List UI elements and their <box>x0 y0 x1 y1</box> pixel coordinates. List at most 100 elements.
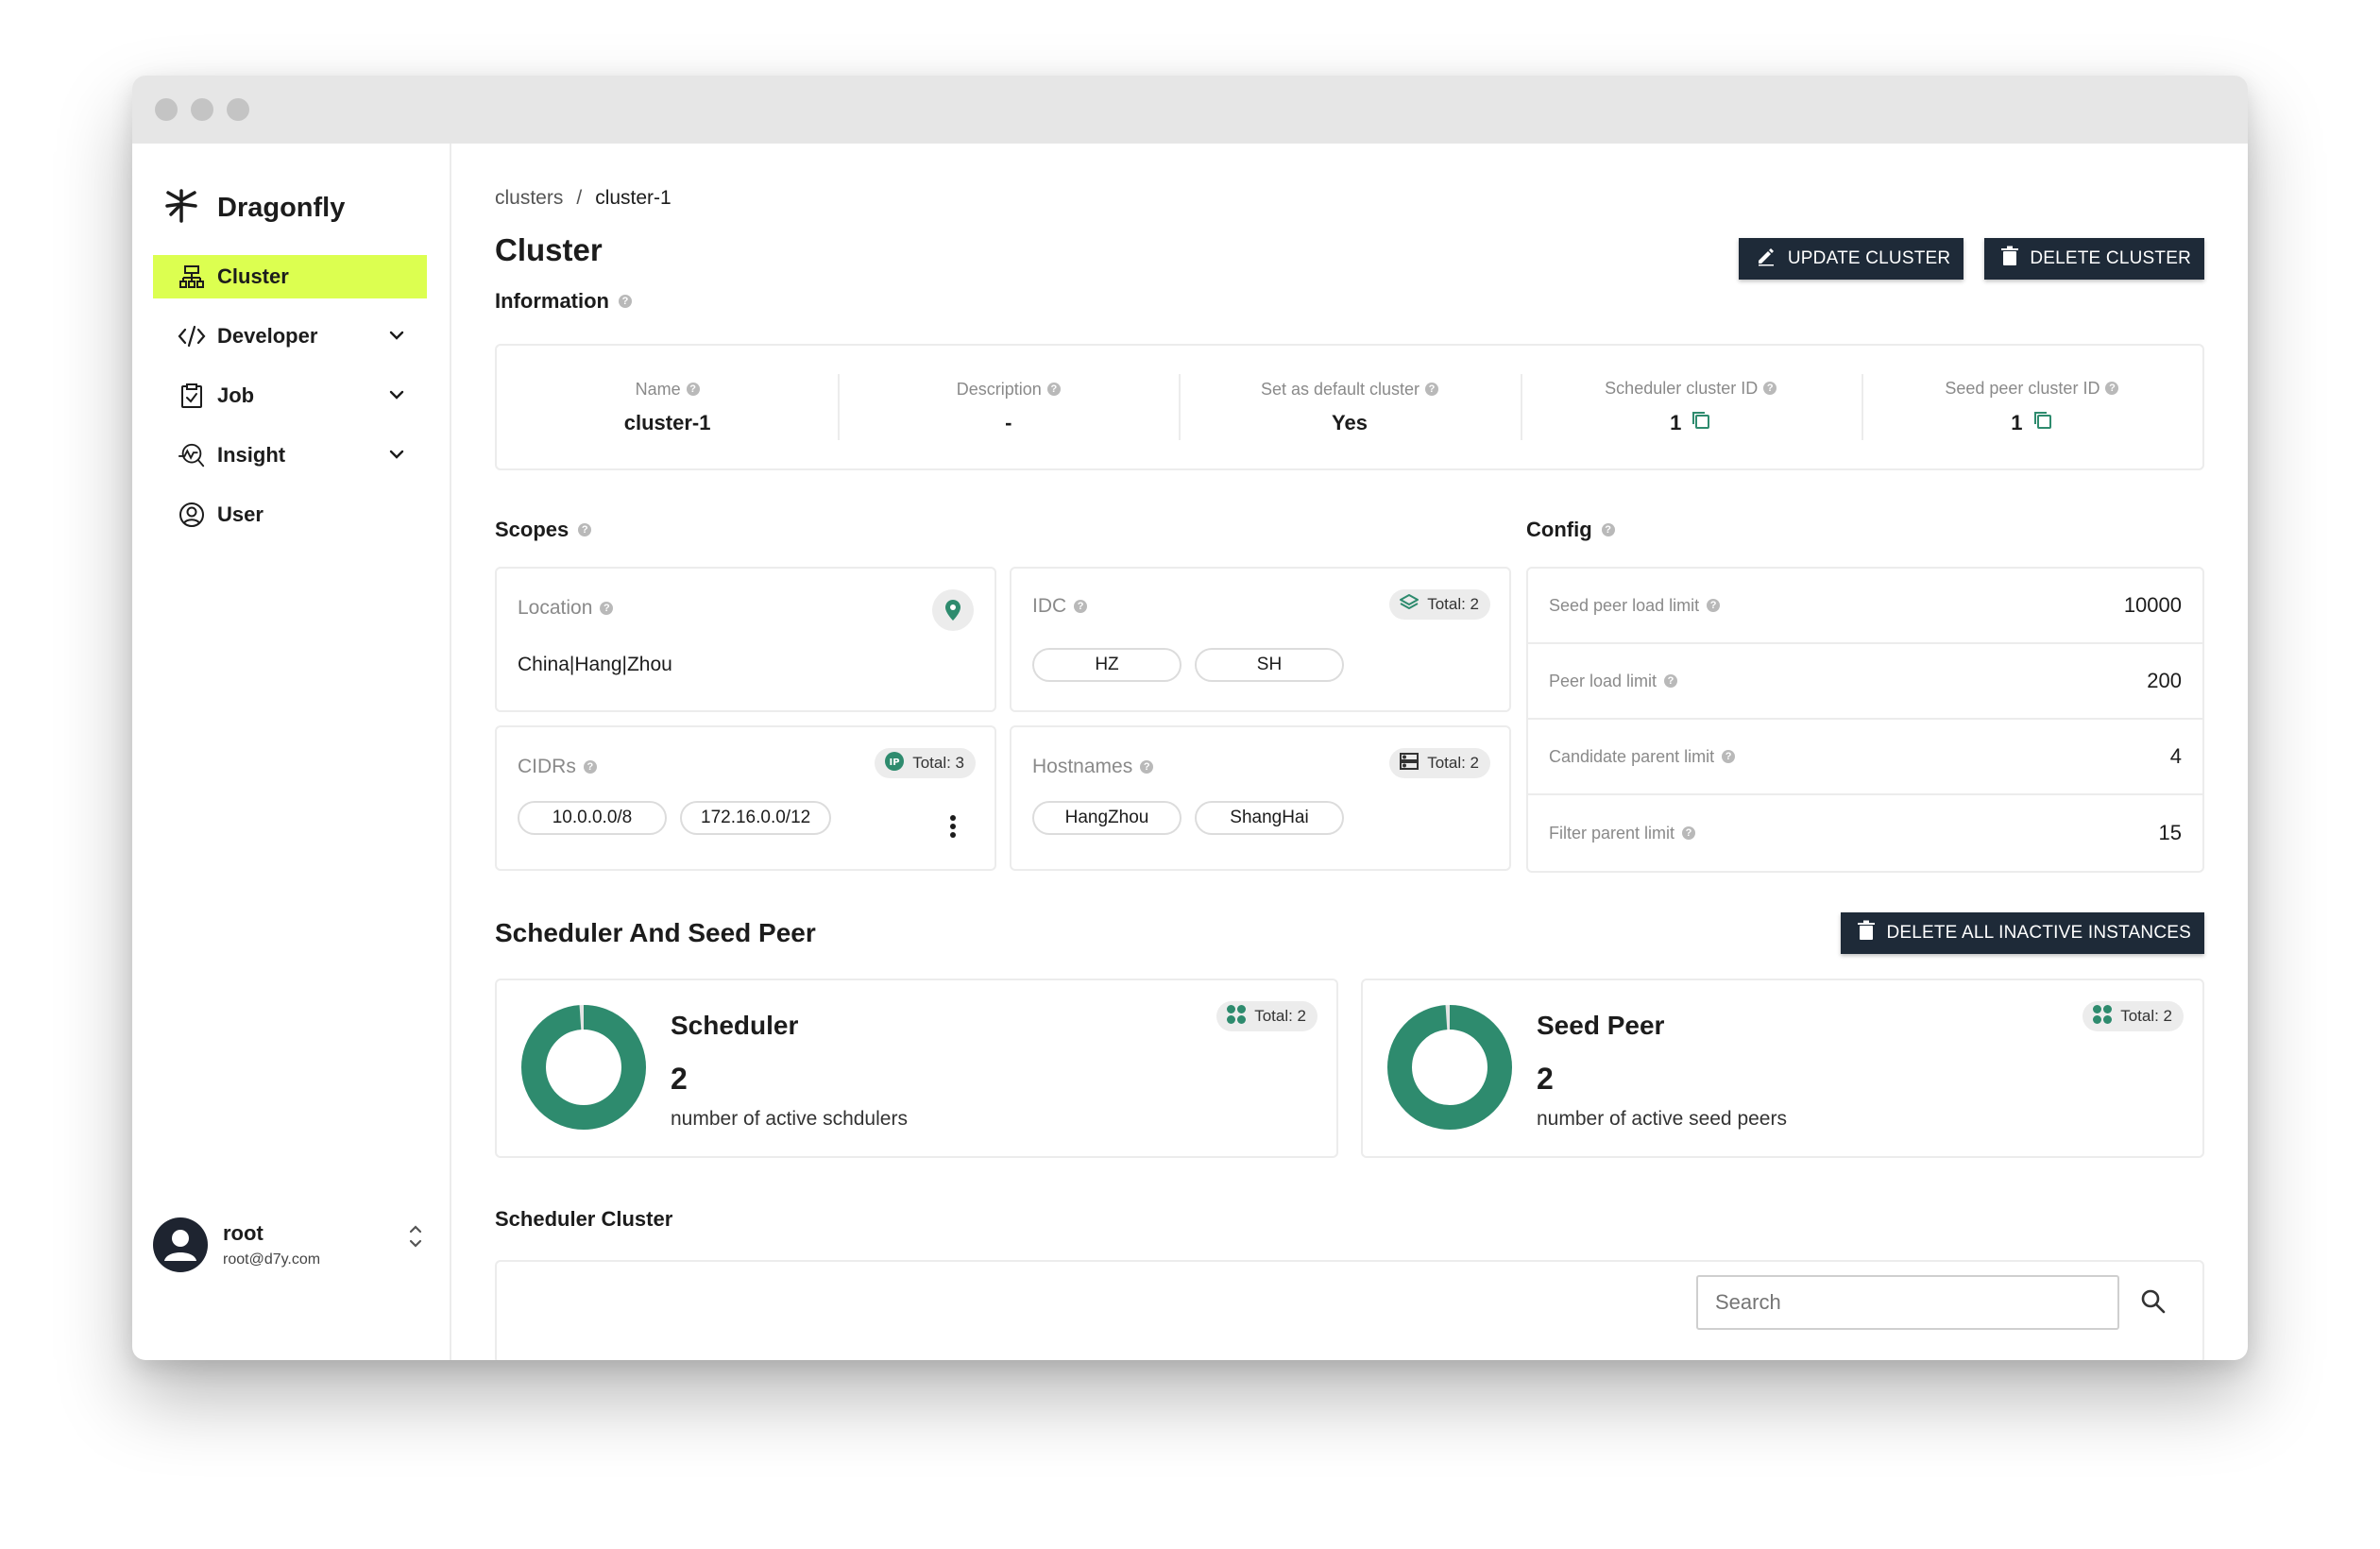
help-icon[interactable]: ? <box>1140 760 1154 774</box>
cidr-chip: 172.16.0.0/12 <box>680 801 832 835</box>
chevron-down-icon[interactable] <box>387 326 406 350</box>
search-icon[interactable] <box>2140 1288 2167 1319</box>
server-icon <box>1399 752 1420 775</box>
avatar <box>153 1217 208 1272</box>
window-maximize-dot[interactable] <box>227 98 249 121</box>
scheduler-cluster-heading: Scheduler Cluster <box>495 1207 673 1231</box>
seed-peer-desc: number of active seed peers <box>1537 1108 1787 1130</box>
config-row-candidate-parent-limit: Candidate parent limit? 4 <box>1528 720 2202 795</box>
hostnames-total-badge: Total: 2 <box>1389 748 1490 778</box>
sidebar-item-label: Developer <box>217 324 318 348</box>
unfold-icon[interactable] <box>406 1222 425 1255</box>
help-icon[interactable]: ? <box>1664 674 1678 688</box>
config-row-peer-load-limit: Peer load limit? 200 <box>1528 644 2202 720</box>
more-vert-icon[interactable] <box>949 814 957 843</box>
main-content: clusters / cluster-1 Cluster UPDATE CLUS… <box>451 144 2248 1360</box>
help-icon[interactable]: ? <box>1707 599 1721 612</box>
trash-icon <box>1858 920 1876 946</box>
info-scheduler-cluster-id: Scheduler cluster ID? 1 <box>1520 374 1862 440</box>
clover-icon <box>2092 1004 2113 1030</box>
config-card: Seed peer load limit? 10000 Peer load li… <box>1526 567 2204 873</box>
help-icon[interactable]: ? <box>2105 382 2119 395</box>
sidebar-item-cluster[interactable]: Cluster <box>153 255 427 298</box>
scheduler-card: Scheduler 2 number of active schdulers T… <box>495 979 1338 1158</box>
breadcrumb-separator: / <box>576 187 583 209</box>
chevron-down-icon[interactable] <box>387 385 406 410</box>
location-card: Location? China|Hang|Zhou <box>495 567 996 712</box>
clipboard-check-icon <box>178 382 206 410</box>
breadcrumb: clusters / cluster-1 <box>495 187 2204 210</box>
trash-icon <box>2001 246 2019 272</box>
cluster-icon <box>178 263 206 291</box>
hostnames-card: Hostnames? Total: 2 HangZhou ShangHai <box>1010 725 1511 871</box>
idc-card: IDC? Total: 2 HZ SH <box>1010 567 1511 712</box>
help-icon[interactable]: ? <box>1722 750 1736 763</box>
edit-icon <box>1756 246 1776 272</box>
idc-chip: SH <box>1195 648 1344 682</box>
code-icon <box>178 322 206 350</box>
update-cluster-button[interactable]: UPDATE CLUSTER <box>1738 238 1964 280</box>
location-value: China|Hang|Zhou <box>518 654 672 675</box>
seed-peer-donut-arc <box>1387 1005 1512 1130</box>
delete-inactive-instances-button[interactable]: DELETE ALL INACTIVE INSTANCES <box>1841 912 2204 954</box>
user-name: root <box>223 1221 264 1245</box>
sidebar-item-insight[interactable]: Insight <box>153 434 427 477</box>
dragonfly-logo-icon <box>162 187 200 230</box>
user-circle-icon <box>178 501 206 529</box>
window-titlebar <box>132 76 2248 144</box>
help-icon[interactable]: ? <box>686 383 700 396</box>
cidr-chip: 10.0.0.0/8 <box>518 801 667 835</box>
chevron-down-icon[interactable] <box>387 445 406 469</box>
scheduler-desc: number of active schdulers <box>671 1108 908 1130</box>
config-heading: Config ? <box>1526 518 2204 542</box>
sidebar-nav: Cluster Developer Job Insight User <box>132 255 450 536</box>
scheduler-title: Scheduler <box>671 1011 799 1040</box>
sidebar-item-developer[interactable]: Developer <box>153 315 427 358</box>
scheduler-donut-chart <box>521 1005 646 1130</box>
layers-icon <box>1399 593 1420 617</box>
help-icon[interactable]: ? <box>1046 383 1061 396</box>
seed-peer-donut-chart <box>1387 1005 1512 1130</box>
brand-name: Dragonfly <box>217 192 346 223</box>
information-card: Name? cluster-1 Description? - Set as de… <box>495 344 2204 470</box>
window-minimize-dot[interactable] <box>191 98 213 121</box>
scheduler-total-badge: Total: 2 <box>1216 1001 1318 1031</box>
window-close-dot[interactable] <box>155 98 178 121</box>
breadcrumb-current: cluster-1 <box>595 187 672 209</box>
user-menu[interactable]: root root@d7y.com <box>153 1215 436 1275</box>
help-icon[interactable]: ? <box>578 523 592 536</box>
scheduler-seed-heading: Scheduler And Seed Peer <box>495 918 816 947</box>
location-pin-icon <box>932 589 974 631</box>
help-icon[interactable]: ? <box>1074 600 1088 613</box>
seed-peer-title: Seed Peer <box>1537 1011 1665 1040</box>
idc-total-badge: Total: 2 <box>1389 589 1490 620</box>
help-icon[interactable]: ? <box>619 295 632 308</box>
svg-text:IP: IP <box>890 757 900 768</box>
info-seed-peer-cluster-id: Seed peer cluster ID? 1 <box>1861 374 2202 440</box>
config-section: Config ? Seed peer load limit? 10000 Pee… <box>1526 518 2204 873</box>
scopes-heading: Scopes ? <box>495 518 1513 542</box>
sidebar-item-user[interactable]: User <box>153 493 427 536</box>
seed-peer-card: Seed Peer 2 number of active seed peers … <box>1361 979 2204 1158</box>
sidebar-item-label: Job <box>217 383 255 407</box>
copy-icon[interactable] <box>2032 410 2053 436</box>
idc-chip: HZ <box>1032 648 1182 682</box>
brand[interactable]: Dragonfly <box>132 181 450 234</box>
help-icon[interactable]: ? <box>600 602 614 615</box>
hostname-chip: ShangHai <box>1195 801 1344 835</box>
help-icon[interactable]: ? <box>1601 523 1615 536</box>
clover-icon <box>1226 1004 1247 1030</box>
sidebar-item-job[interactable]: Job <box>153 374 427 417</box>
help-icon[interactable]: ? <box>1425 383 1439 396</box>
help-icon[interactable]: ? <box>1763 382 1777 395</box>
user-email: root@d7y.com <box>223 1251 321 1268</box>
cidrs-card: CIDRs? IP Total: 3 10.0.0.0/8 172.16.0.0… <box>495 725 996 871</box>
scopes-section: Scopes ? Location? China|Hang|Zhou IDC ?… <box>495 518 1513 873</box>
delete-cluster-button[interactable]: DELETE CLUSTER <box>1984 238 2204 280</box>
copy-icon[interactable] <box>1691 410 1711 436</box>
search-input[interactable] <box>1696 1275 2119 1330</box>
breadcrumb-clusters[interactable]: clusters <box>495 187 563 210</box>
help-icon[interactable]: ? <box>1682 826 1696 840</box>
help-icon[interactable]: ? <box>583 760 597 774</box>
sidebar-item-label: Cluster <box>217 264 289 288</box>
